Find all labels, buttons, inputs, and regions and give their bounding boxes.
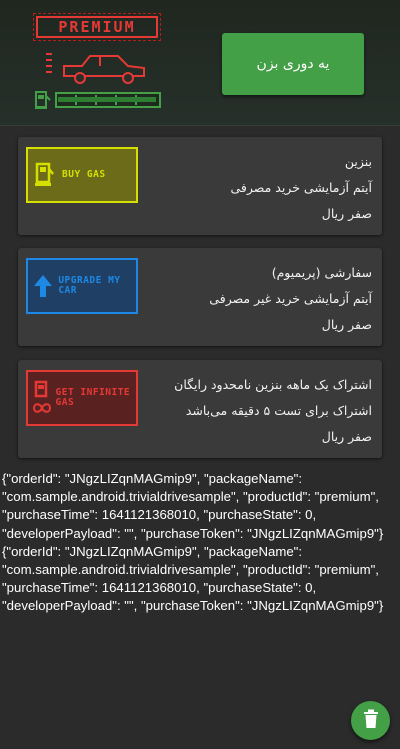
upgrade-car-badge[interactable]: UPGRADE MY CAR	[26, 258, 138, 314]
product-title: سفارشی (پریمیوم)	[271, 265, 372, 280]
infinite-gas-badge-label: GET INFINITE GAS	[55, 387, 131, 408]
premium-banner: PREMIUM	[33, 13, 161, 41]
log-entry: {"orderId": "JNgzLIZqnMAGmip9", "package…	[2, 471, 384, 541]
product-description: اشتراک برای تست ۵ دقیقه می‌باشد	[185, 403, 372, 418]
product-card-premium[interactable]: UPGRADE MY CAR سفارشی (پریمیوم) آیتم آزم…	[18, 248, 382, 346]
product-card-infinite-gas[interactable]: GET INFINITE GAS اشتراک یک ماهه بنزین نا…	[18, 360, 382, 458]
gas-pump-icon	[35, 91, 51, 109]
purchase-log: {"orderId": "JNgzLIZqnMAGmip9", "package…	[2, 470, 398, 616]
gas-pump-icon	[28, 149, 62, 201]
arrow-up-icon	[28, 260, 58, 312]
header-panel: PREMIUM یه دوری بزن	[0, 0, 400, 126]
buy-gas-badge-label: BUY GAS	[62, 169, 106, 180]
car-icon	[44, 48, 154, 86]
log-entry: {"orderId": "JNgzLIZqnMAGmip9", "package…	[2, 543, 384, 614]
product-description: آیتم آزمایشی خرید غیر مصرفی	[209, 291, 372, 306]
delete-button[interactable]	[351, 701, 390, 740]
product-title: بنزین	[344, 154, 372, 169]
infinity-icon	[28, 372, 56, 424]
product-description: آیتم آزمایشی خرید مصرفی	[230, 180, 372, 195]
product-price: صفر ریال	[321, 429, 372, 444]
gas-gauge	[34, 88, 164, 112]
buy-gas-badge[interactable]: BUY GAS	[26, 147, 138, 203]
product-card-gas[interactable]: BUY GAS بنزین آیتم آزمایشی خرید مصرفی صف…	[18, 137, 382, 235]
product-price: صفر ریال	[321, 317, 372, 332]
product-details: اشتراک یک ماهه بنزین نامحدود رایگان اشتر…	[132, 372, 372, 450]
infinite-gas-badge[interactable]: GET INFINITE GAS	[26, 370, 138, 426]
product-details: سفارشی (پریمیوم) آیتم آزمایشی خرید غیر م…	[152, 260, 372, 338]
product-details: بنزین آیتم آزمایشی خرید مصرفی صفر ریال	[152, 149, 372, 227]
product-price: صفر ریال	[321, 206, 372, 221]
drive-button[interactable]: یه دوری بزن	[222, 33, 364, 95]
upgrade-car-badge-label: UPGRADE MY CAR	[58, 275, 121, 296]
product-title: اشتراک یک ماهه بنزین نامحدود رایگان	[174, 377, 372, 392]
trash-icon	[363, 709, 379, 732]
